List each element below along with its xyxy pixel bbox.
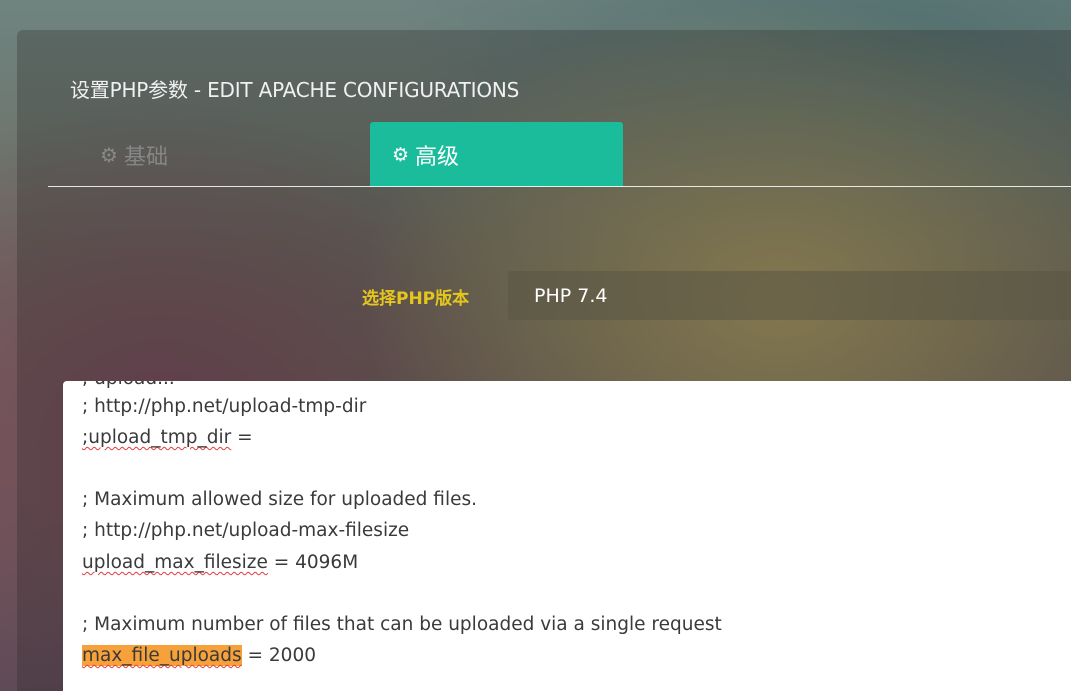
tab-basic-label: 基础 — [123, 145, 168, 170]
config-value: = 4096M — [267, 552, 359, 573]
editor-line-highlighted: max_file_uploads = 2000 — [82, 640, 316, 671]
editor-line-text: ; Maximum allowed size for uploaded file… — [82, 489, 477, 510]
tab-basic[interactable]: ⚙ 基础 — [100, 140, 168, 170]
php-version-select[interactable]: PHP 7.4 — [508, 271, 1071, 320]
editor-line: ; Maximum number of files that can be up… — [82, 609, 722, 640]
page-title: 设置PHP参数 - EDIT APACHE CONFIGURATIONS — [70, 78, 520, 102]
tab-divider — [48, 186, 1071, 187]
editor-line-text: ; Maximum number of files that can be up… — [82, 614, 722, 635]
editor-line-text: ; http://php.net/upload-tmp-dir — [82, 396, 367, 417]
editor-line-text: ; upload... — [82, 381, 175, 389]
config-key: ;upload_tmp_dir — [82, 427, 232, 448]
config-key-highlighted: max_file_uploads — [82, 645, 242, 666]
gears-icon: ⚙ — [392, 143, 410, 166]
editor-line: ; Maximum allowed size for uploaded file… — [82, 484, 477, 515]
config-key: upload_max_filesize — [82, 552, 268, 573]
tab-advanced[interactable]: ⚙ 高级 — [370, 122, 623, 187]
editor-line: ; http://php.net/upload-max-filesize — [82, 515, 409, 546]
editor-line: ;upload_tmp_dir = — [82, 422, 253, 453]
php-version-value: PHP 7.4 — [534, 284, 608, 307]
editor-line: ; http://php.net/upload-tmp-dir — [82, 391, 366, 422]
config-editor[interactable]: ; upload... ; http://php.net/upload-tmp-… — [63, 381, 1071, 691]
gear-icon: ⚙ — [100, 143, 118, 167]
editor-line: upload_max_filesize = 4096M — [82, 547, 358, 578]
config-value: = — [231, 427, 253, 448]
editor-line-text: ; http://php.net/upload-max-filesize — [82, 520, 410, 541]
tab-advanced-label: 高级 — [415, 144, 460, 170]
php-version-label: 选择PHP版本 — [362, 289, 470, 309]
config-value: = 2000 — [241, 645, 316, 666]
